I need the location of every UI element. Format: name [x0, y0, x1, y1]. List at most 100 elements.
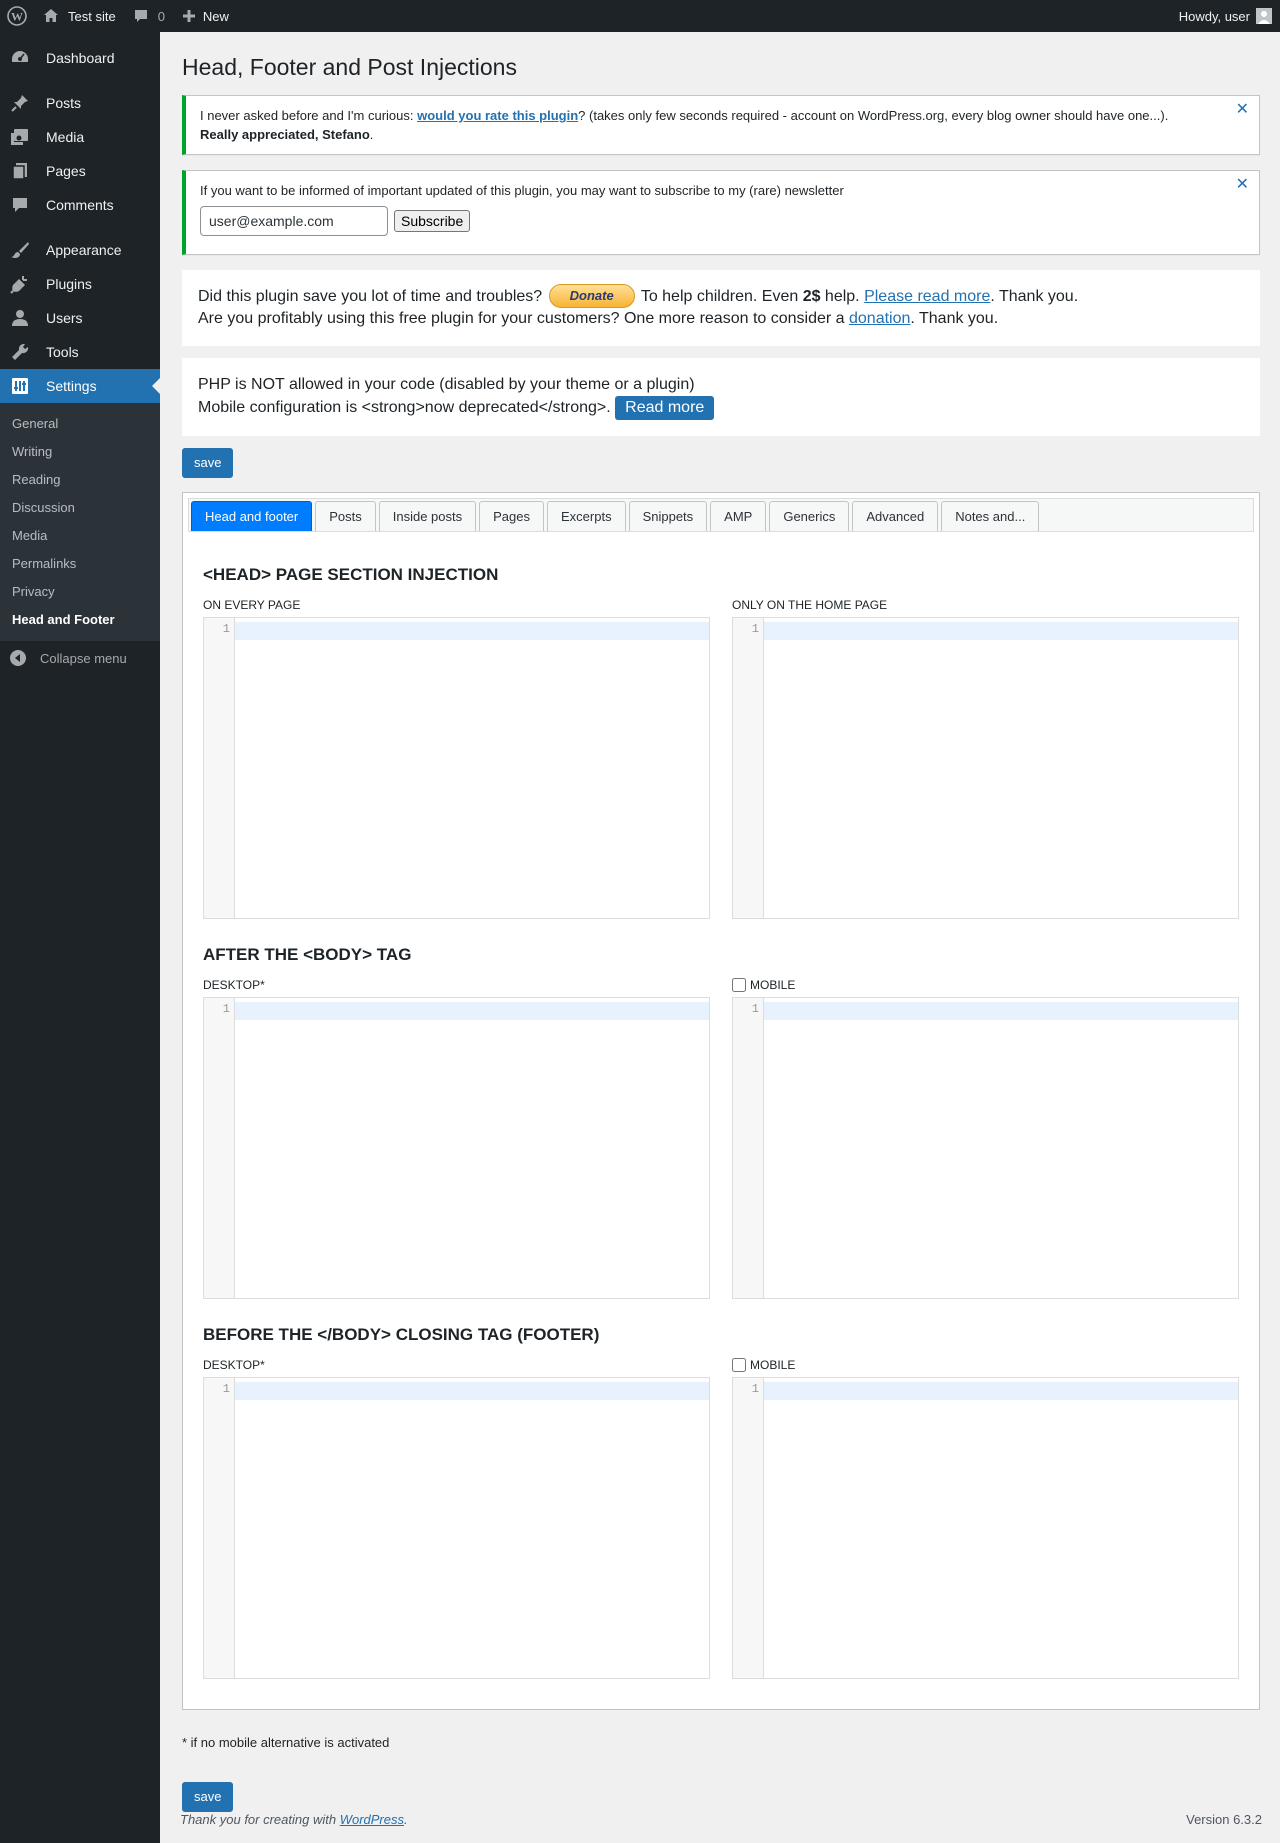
- code-area[interactable]: [235, 998, 709, 1298]
- read-more-button[interactable]: Read more: [615, 396, 715, 421]
- submenu-writing[interactable]: Writing: [0, 438, 160, 466]
- donate-button[interactable]: Donate: [548, 284, 635, 308]
- menu-label: Media: [46, 129, 85, 145]
- rate-notice-signature: Really appreciated, Stefano: [200, 127, 370, 142]
- admin-sidebar: Dashboard Posts Media Pages Comments App…: [0, 32, 160, 1843]
- code-area[interactable]: [764, 998, 1238, 1298]
- save-button-bottom[interactable]: save: [182, 1782, 234, 1813]
- active-line: [764, 622, 1238, 641]
- line-number-gutter: 1: [204, 618, 235, 919]
- donate-question: Did this plugin save you lot of time and…: [198, 288, 543, 306]
- my-account-link[interactable]: Howdy, user: [1171, 0, 1280, 32]
- head-home-page-editor[interactable]: 1: [732, 617, 1239, 920]
- newsletter-notice: If you want to be informed of important …: [182, 170, 1260, 255]
- mobile-deprecated-text: Mobile configuration is <strong>now depr…: [198, 399, 611, 417]
- footer-mobile-label-row: MOBILE: [732, 1357, 1239, 1373]
- wrench-icon: [10, 342, 30, 362]
- donate-thanks-2: . Thank you.: [910, 310, 999, 328]
- code-area[interactable]: [764, 1378, 1238, 1678]
- body-mobile-checkbox[interactable]: [732, 978, 746, 993]
- wordpress-logo-link[interactable]: W: [0, 0, 34, 32]
- settings-submenu: General Writing Reading Discussion Media…: [0, 403, 160, 641]
- menu-tools[interactable]: Tools: [0, 335, 160, 369]
- footer-mobile-editor[interactable]: 1: [732, 1377, 1239, 1680]
- comments-link[interactable]: 0: [124, 0, 173, 32]
- please-read-more-link[interactable]: Please read more: [864, 288, 990, 305]
- comment-icon: [10, 195, 30, 215]
- comment-bubble-icon: [134, 10, 147, 22]
- donate-text: To help children. Even: [640, 288, 803, 306]
- collapse-menu-button[interactable]: Collapse menu: [0, 641, 160, 675]
- menu-label: Comments: [46, 197, 114, 213]
- tab-excerpts[interactable]: Excerpts: [547, 501, 626, 532]
- menu-dashboard[interactable]: Dashboard: [0, 41, 160, 75]
- body-desktop-editor[interactable]: 1: [203, 997, 710, 1300]
- submenu-reading[interactable]: Reading: [0, 466, 160, 494]
- site-name-link[interactable]: Test site: [34, 0, 124, 32]
- tab-pages[interactable]: Pages: [479, 501, 544, 532]
- page-title: Head, Footer and Post Injections: [182, 54, 517, 80]
- menu-plugins[interactable]: Plugins: [0, 267, 160, 301]
- comments-count: 0: [157, 8, 165, 24]
- footer-thanks-text: Thank you for creating with: [180, 1812, 340, 1827]
- new-content-link[interactable]: New: [173, 0, 237, 32]
- pushpin-icon: [10, 93, 30, 113]
- body-mobile-editor[interactable]: 1: [732, 997, 1239, 1300]
- tab-bar: Head and footer Posts Inside posts Pages…: [188, 498, 1254, 533]
- submenu-discussion[interactable]: Discussion: [0, 494, 160, 522]
- submenu-privacy[interactable]: Privacy: [0, 578, 160, 606]
- tab-notes[interactable]: Notes and...: [941, 501, 1040, 532]
- head-every-page-editor[interactable]: 1: [203, 617, 710, 920]
- tab-head-and-footer[interactable]: Head and footer: [191, 501, 313, 532]
- newsletter-email-input[interactable]: [200, 206, 388, 236]
- menu-settings[interactable]: Settings: [0, 369, 160, 403]
- new-label: New: [202, 8, 229, 24]
- media-icon: [10, 127, 30, 147]
- plus-icon: [182, 10, 195, 22]
- footer-section-title: BEFORE THE </BODY> CLOSING TAG (FOOTER): [203, 1325, 600, 1345]
- menu-appearance[interactable]: Appearance: [0, 233, 160, 267]
- svg-text:W: W: [11, 10, 23, 24]
- tab-amp[interactable]: AMP: [710, 501, 767, 532]
- tab-inside-posts[interactable]: Inside posts: [378, 501, 477, 532]
- menu-label: Dashboard: [46, 50, 115, 66]
- menu-pages[interactable]: Pages: [0, 154, 160, 188]
- footer-thanks: Thank you for creating with WordPress.: [180, 1812, 408, 1827]
- tab-advanced[interactable]: Advanced: [852, 501, 939, 532]
- tab-snippets[interactable]: Snippets: [628, 501, 708, 532]
- menu-label: Appearance: [46, 242, 122, 258]
- subscribe-button[interactable]: Subscribe: [394, 210, 471, 232]
- donate-thanks: . Thank you.: [990, 288, 1079, 306]
- footer-version: Version 6.3.2: [1186, 1812, 1262, 1827]
- wordpress-link[interactable]: WordPress: [340, 1812, 404, 1827]
- pages-icon: [10, 161, 30, 181]
- code-area[interactable]: [235, 1378, 709, 1678]
- dismiss-rate-notice-close-icon[interactable]: ✕: [1236, 102, 1249, 118]
- donation-link[interactable]: donation: [849, 310, 910, 327]
- save-button-top[interactable]: save: [182, 448, 234, 479]
- submenu-head-and-footer[interactable]: Head and Footer: [0, 606, 160, 634]
- menu-comments[interactable]: Comments: [0, 188, 160, 222]
- submenu-media[interactable]: Media: [0, 522, 160, 550]
- tab-posts[interactable]: Posts: [315, 501, 376, 532]
- wordpress-logo-icon: W: [7, 6, 27, 26]
- code-area[interactable]: [764, 618, 1238, 918]
- menu-posts[interactable]: Posts: [0, 86, 160, 120]
- donate-amount: 2$: [802, 288, 821, 306]
- collapse-label: Collapse menu: [40, 650, 127, 666]
- footer-mobile-checkbox[interactable]: [732, 1358, 746, 1373]
- tab-generics[interactable]: Generics: [769, 501, 850, 532]
- menu-media[interactable]: Media: [0, 120, 160, 154]
- settings-tabs: Head and footer Posts Inside posts Pages…: [182, 492, 1260, 1711]
- submenu-general[interactable]: General: [0, 410, 160, 438]
- admin-footer: Thank you for creating with WordPress. V…: [180, 1812, 1262, 1827]
- code-area[interactable]: [235, 618, 709, 918]
- menu-users[interactable]: Users: [0, 301, 160, 335]
- dismiss-newsletter-notice-close-icon[interactable]: ✕: [1236, 177, 1249, 193]
- active-line: [235, 1382, 709, 1401]
- footer-desktop-editor[interactable]: 1: [203, 1377, 710, 1680]
- rate-plugin-link[interactable]: would you rate this plugin: [417, 108, 578, 123]
- submenu-permalinks[interactable]: Permalinks: [0, 550, 160, 578]
- mobile-deprecated-line: Mobile configuration is <strong>now depr…: [198, 396, 1244, 421]
- active-line: [764, 1002, 1238, 1021]
